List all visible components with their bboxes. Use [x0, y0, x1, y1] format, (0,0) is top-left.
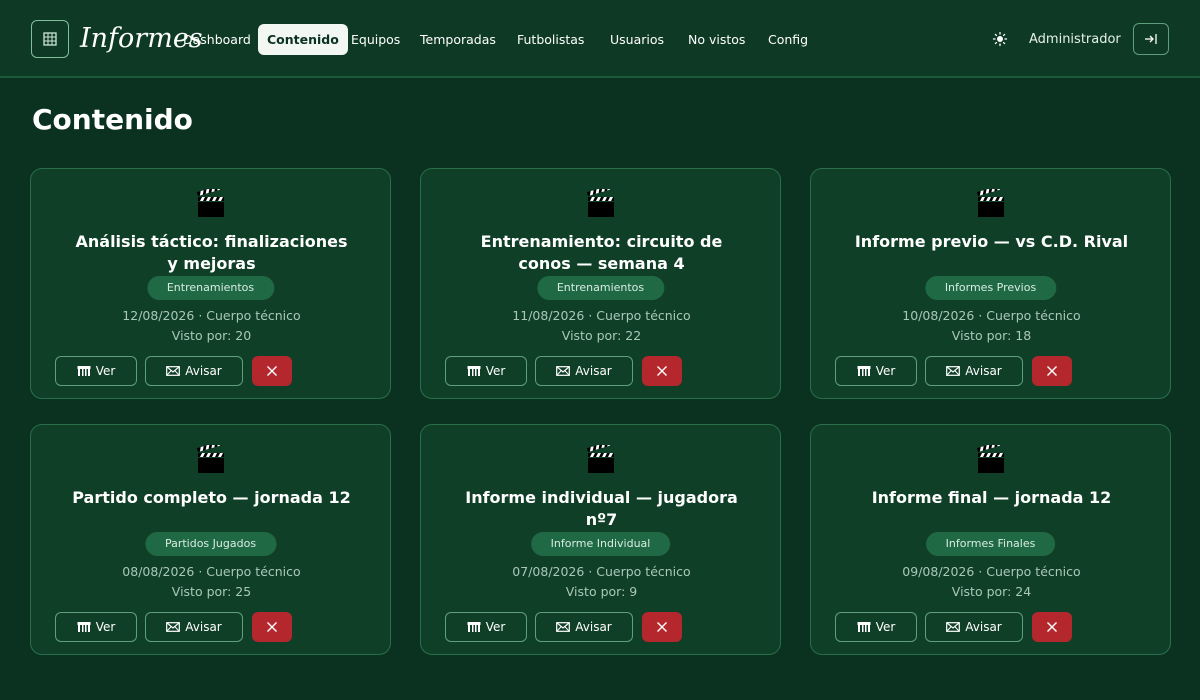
delete-button[interactable]: [642, 356, 682, 386]
film-icon: [77, 366, 91, 376]
view-label: Ver: [95, 620, 116, 634]
notify-label: Avisar: [575, 364, 612, 378]
content-card: Informe individual — jugadora nº7 Inform…: [420, 424, 781, 655]
notify-button[interactable]: Avisar: [145, 356, 243, 386]
card-views: Visto por: 9: [565, 584, 638, 599]
clapperboard-icon: [586, 184, 616, 219]
notify-button[interactable]: Avisar: [535, 612, 633, 642]
logout-button[interactable]: [1133, 23, 1169, 55]
view-button[interactable]: Ver: [445, 356, 527, 386]
card-title: Partido completo — jornada 12: [72, 488, 351, 507]
delete-button[interactable]: [252, 612, 292, 642]
card-meta: 12/08/2026 · Cuerpo técnico: [122, 308, 301, 323]
card-title: Análisis táctico: finalizaciones y mejor…: [75, 232, 348, 273]
card-title: Informe individual — jugadora nº7: [465, 488, 738, 529]
film-icon: [467, 366, 481, 376]
view-button[interactable]: Ver: [835, 356, 917, 386]
close-icon: [657, 366, 667, 376]
nav-usuarios[interactable]: Usuarios: [610, 24, 664, 55]
mail-icon: [556, 622, 571, 632]
content-card: Análisis táctico: finalizaciones y mejor…: [30, 168, 391, 399]
view-button[interactable]: Ver: [55, 612, 137, 642]
close-icon: [267, 366, 277, 376]
notify-label: Avisar: [185, 620, 222, 634]
category-badge: Informes Previos: [924, 276, 1057, 300]
notify-label: Avisar: [965, 364, 1002, 378]
card-meta: 08/08/2026 · Cuerpo técnico: [122, 564, 301, 579]
content-card: Informe final — jornada 12 Informes Fina…: [810, 424, 1171, 655]
card-meta: 09/08/2026 · Cuerpo técnico: [902, 564, 1081, 579]
card-meta: 11/08/2026 · Cuerpo técnico: [512, 308, 691, 323]
clapperboard-icon: [196, 184, 226, 219]
mail-icon: [166, 622, 181, 632]
nav-dashboard[interactable]: Dashboard: [183, 24, 251, 55]
card-title: Informe final — jornada 12: [871, 488, 1112, 507]
view-button[interactable]: Ver: [55, 356, 137, 386]
mail-icon: [946, 622, 961, 632]
nav-temporadas[interactable]: Temporadas: [420, 24, 496, 55]
view-label: Ver: [485, 620, 506, 634]
card-views: Visto por: 20: [171, 328, 252, 343]
film-icon: [77, 622, 91, 632]
sun-icon[interactable]: [992, 31, 1008, 47]
view-label: Ver: [875, 364, 896, 378]
category-badge: Partidos Jugados: [144, 532, 277, 556]
notify-label: Avisar: [185, 364, 222, 378]
notify-label: Avisar: [575, 620, 612, 634]
notify-button[interactable]: Avisar: [925, 356, 1023, 386]
notify-button[interactable]: Avisar: [925, 612, 1023, 642]
content-card: Entrenamiento: circuito de conos — seman…: [420, 168, 781, 399]
view-button[interactable]: Ver: [445, 612, 527, 642]
card-title: Informe previo — vs C.D. Rival: [854, 232, 1129, 251]
nav-config[interactable]: Config: [768, 24, 808, 55]
close-icon: [1047, 366, 1057, 376]
delete-button[interactable]: [642, 612, 682, 642]
card-views: Visto por: 25: [171, 584, 252, 599]
notify-button[interactable]: Avisar: [535, 356, 633, 386]
top-navbar: Informes Dashboard Contenido Equipos Tem…: [0, 0, 1200, 78]
category-badge: Informe Individual: [530, 532, 671, 556]
card-views: Visto por: 18: [951, 328, 1032, 343]
mail-icon: [946, 366, 961, 376]
clapperboard-icon: [976, 440, 1006, 475]
logout-icon: [1145, 34, 1157, 44]
nav-contenido[interactable]: Contenido: [258, 24, 348, 55]
film-icon: [857, 366, 871, 376]
view-label: Ver: [95, 364, 116, 378]
card-meta: 07/08/2026 · Cuerpo técnico: [512, 564, 691, 579]
card-views: Visto por: 24: [951, 584, 1032, 599]
page-title: Contenido: [32, 103, 193, 136]
mail-icon: [166, 366, 181, 376]
close-icon: [1047, 622, 1057, 632]
close-icon: [657, 622, 667, 632]
clapperboard-icon: [976, 184, 1006, 219]
notify-label: Avisar: [965, 620, 1002, 634]
mail-icon: [556, 366, 571, 376]
close-icon: [267, 622, 277, 632]
delete-button[interactable]: [1032, 356, 1072, 386]
user-name[interactable]: Administrador: [1029, 24, 1121, 55]
card-title: Entrenamiento: circuito de conos — seman…: [480, 232, 723, 273]
nav-no-vistos[interactable]: No vistos: [688, 24, 745, 55]
category-badge: Entrenamientos: [146, 276, 275, 300]
notify-button[interactable]: Avisar: [145, 612, 243, 642]
content-card: Informe previo — vs C.D. Rival Informes …: [810, 168, 1171, 399]
content-card: Partido completo — jornada 12 Partidos J…: [30, 424, 391, 655]
view-label: Ver: [875, 620, 896, 634]
nav-equipos[interactable]: Equipos: [351, 24, 400, 55]
delete-button[interactable]: [1032, 612, 1072, 642]
card-views: Visto por: 22: [561, 328, 642, 343]
film-icon: [467, 622, 481, 632]
clapperboard-icon: [196, 440, 226, 475]
view-label: Ver: [485, 364, 506, 378]
card-meta: 10/08/2026 · Cuerpo técnico: [902, 308, 1081, 323]
view-button[interactable]: Ver: [835, 612, 917, 642]
grid-icon[interactable]: [31, 20, 69, 58]
category-badge: Informes Finales: [925, 532, 1056, 556]
category-badge: Entrenamientos: [536, 276, 665, 300]
nav-futbolistas[interactable]: Futbolistas: [517, 24, 584, 55]
clapperboard-icon: [586, 440, 616, 475]
film-icon: [857, 622, 871, 632]
delete-button[interactable]: [252, 356, 292, 386]
